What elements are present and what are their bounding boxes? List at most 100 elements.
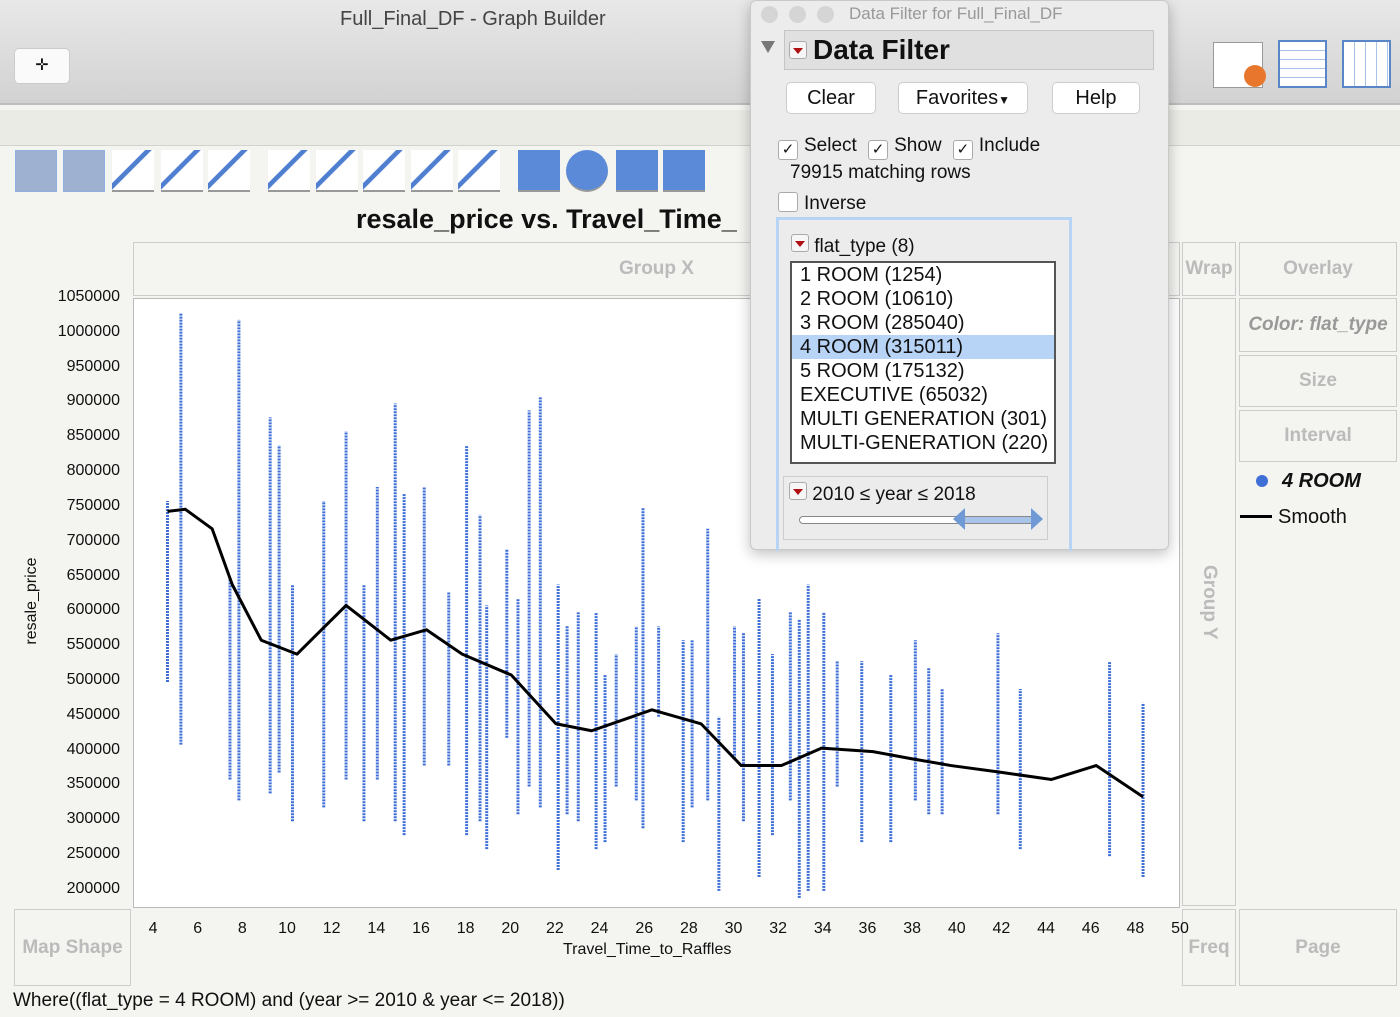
x-tick-label: 28 [679, 920, 698, 937]
red-triangle-menu-icon[interactable] [789, 482, 807, 500]
smoother-icon[interactable] [63, 150, 105, 192]
list-item[interactable]: MULTI GENERATION (301) [792, 407, 1054, 431]
show-checkbox[interactable]: ✓ Show [868, 135, 942, 160]
page-zone[interactable]: Page [1239, 909, 1397, 986]
list-item[interactable]: 2 ROOM (10610) [792, 287, 1054, 311]
x-tick-label: 24 [590, 920, 609, 937]
list-item[interactable]: MULTI-GENERATION (220) [792, 431, 1054, 455]
x-tick-label: 38 [903, 920, 921, 937]
points-icon[interactable] [15, 150, 57, 192]
legend-item-4-room[interactable]: 4 ROOM [1240, 470, 1361, 506]
matching-rows: 79915 matching rows [790, 162, 971, 183]
data-filter-heading: Data Filter [813, 34, 950, 65]
favorites-label: Favorites [915, 87, 999, 109]
year-range-slider[interactable] [799, 516, 1039, 524]
line-icon[interactable] [268, 150, 310, 192]
table-columns-icon[interactable] [1342, 40, 1391, 88]
check-icon: ✓ [868, 140, 889, 160]
list-item[interactable]: 4 ROOM (315011) [792, 335, 1054, 359]
year-range-header: 2010 ≤ year ≤ 2018 [789, 482, 976, 506]
contour-icon[interactable] [208, 150, 250, 192]
minimize-window-button[interactable] [789, 6, 806, 23]
legend-label: Smooth [1278, 506, 1347, 528]
y-tick-label: 350000 [66, 775, 120, 793]
color-zone[interactable]: Color: flat_type [1239, 298, 1397, 352]
legend-item-smooth[interactable]: Smooth [1240, 506, 1361, 529]
x-tick-label: 48 [1126, 920, 1145, 937]
bar-icon[interactable] [316, 150, 358, 192]
wrap-zone[interactable]: Wrap [1182, 242, 1236, 296]
y-tick-label: 900000 [66, 392, 120, 410]
check-icon: ✓ [952, 140, 973, 160]
flat-type-listbox[interactable]: 1 ROOM (1254) 2 ROOM (10610) 3 ROOM (28504… [790, 261, 1056, 464]
histogram-icon[interactable] [458, 150, 500, 192]
list-item[interactable]: EXECUTIVE (65032) [792, 383, 1054, 407]
legend-label: 4 ROOM [1282, 470, 1361, 492]
interval-zone[interactable]: Interval [1239, 410, 1397, 462]
include-checkbox[interactable]: ✓ Include [952, 135, 1040, 160]
pie-icon[interactable] [566, 150, 608, 192]
favorites-button[interactable]: Favorites▼ [898, 82, 1028, 114]
list-item[interactable]: 1 ROOM (1254) [792, 263, 1054, 287]
treemap-icon[interactable] [616, 150, 658, 192]
legend: 4 ROOM Smooth [1240, 470, 1361, 529]
y-tick-label: 200000 [66, 879, 120, 897]
year-range-label: 2010 ≤ year ≤ 2018 [812, 484, 976, 505]
overlay-zone[interactable]: Overlay [1239, 242, 1397, 296]
table-rows-icon[interactable] [1278, 40, 1327, 88]
disclosure-triangle-icon[interactable] [761, 41, 775, 53]
inverse-checkbox[interactable]: Inverse [778, 192, 866, 215]
red-triangle-menu-icon[interactable] [789, 41, 807, 59]
marker-dot-icon [1256, 475, 1268, 487]
x-tick-label: 8 [237, 920, 247, 937]
line-of-fit-icon[interactable] [112, 150, 154, 192]
list-item[interactable]: 3 ROOM (285040) [792, 311, 1054, 335]
x-tick-label: 50 [1171, 920, 1189, 937]
ellipse-icon[interactable] [161, 150, 203, 192]
red-triangle-menu-icon[interactable] [791, 234, 809, 252]
crosshair-button[interactable]: ✛ [14, 48, 70, 84]
size-zone[interactable]: Size [1239, 355, 1397, 407]
checkbox-box [778, 192, 798, 212]
list-item[interactable]: 5 ROOM (175132) [792, 359, 1054, 383]
area-icon[interactable] [363, 150, 405, 192]
select-label: Select [804, 135, 857, 156]
y-axis-label: resale_price [23, 557, 40, 645]
jmp-revert-icon[interactable] [1213, 42, 1266, 88]
x-tick-label: 30 [724, 920, 743, 937]
slider-max-handle[interactable] [1031, 508, 1043, 530]
help-button[interactable]: Help [1052, 82, 1140, 114]
select-checkbox[interactable]: ✓ Select [778, 135, 857, 160]
zoom-window-button[interactable] [817, 6, 834, 23]
y-tick-label: 250000 [66, 845, 120, 863]
box-plot-icon[interactable] [411, 150, 453, 192]
close-window-button[interactable] [761, 6, 778, 23]
flat-type-label: flat_type (8) [814, 236, 915, 257]
heatmap-icon[interactable] [518, 150, 560, 192]
window-title: Full_Final_DF - Graph Builder [340, 8, 606, 30]
dropdown-arrow-icon: ▼ [998, 93, 1011, 107]
toolbar-band [0, 110, 1400, 146]
x-tick-label: 12 [322, 920, 341, 937]
y-tick-label: 750000 [66, 496, 120, 514]
crosshair-icon: ✛ [35, 57, 49, 74]
where-clause: Where((flat_type = 4 ROOM) and (year >= … [13, 990, 565, 1011]
data-filter-window: Data Filter for Full_Final_DF Data Filte… [750, 0, 1169, 551]
inverse-label: Inverse [804, 193, 867, 214]
mosaic-icon[interactable] [663, 150, 705, 192]
y-tick-label: 850000 [66, 427, 120, 445]
line-swatch-icon [1240, 515, 1272, 518]
title-bar [0, 0, 1400, 105]
x-tick-label: 22 [546, 920, 564, 937]
group-y-zone[interactable]: Group Y [1182, 298, 1236, 906]
x-tick-label: 36 [858, 920, 877, 937]
y-tick-label: 400000 [66, 740, 120, 758]
chart-title: resale_price vs. Travel_Time_ [356, 204, 737, 234]
slider-min-handle[interactable] [953, 508, 965, 530]
x-tick-label: 10 [278, 920, 296, 937]
check-icon: ✓ [778, 140, 798, 160]
clear-button[interactable]: Clear [786, 82, 876, 114]
x-axis-label: Travel_Time_to_Raffles [563, 941, 732, 958]
map-shape-zone[interactable]: Map Shape [14, 909, 131, 986]
y-tick-label: 800000 [66, 462, 120, 480]
